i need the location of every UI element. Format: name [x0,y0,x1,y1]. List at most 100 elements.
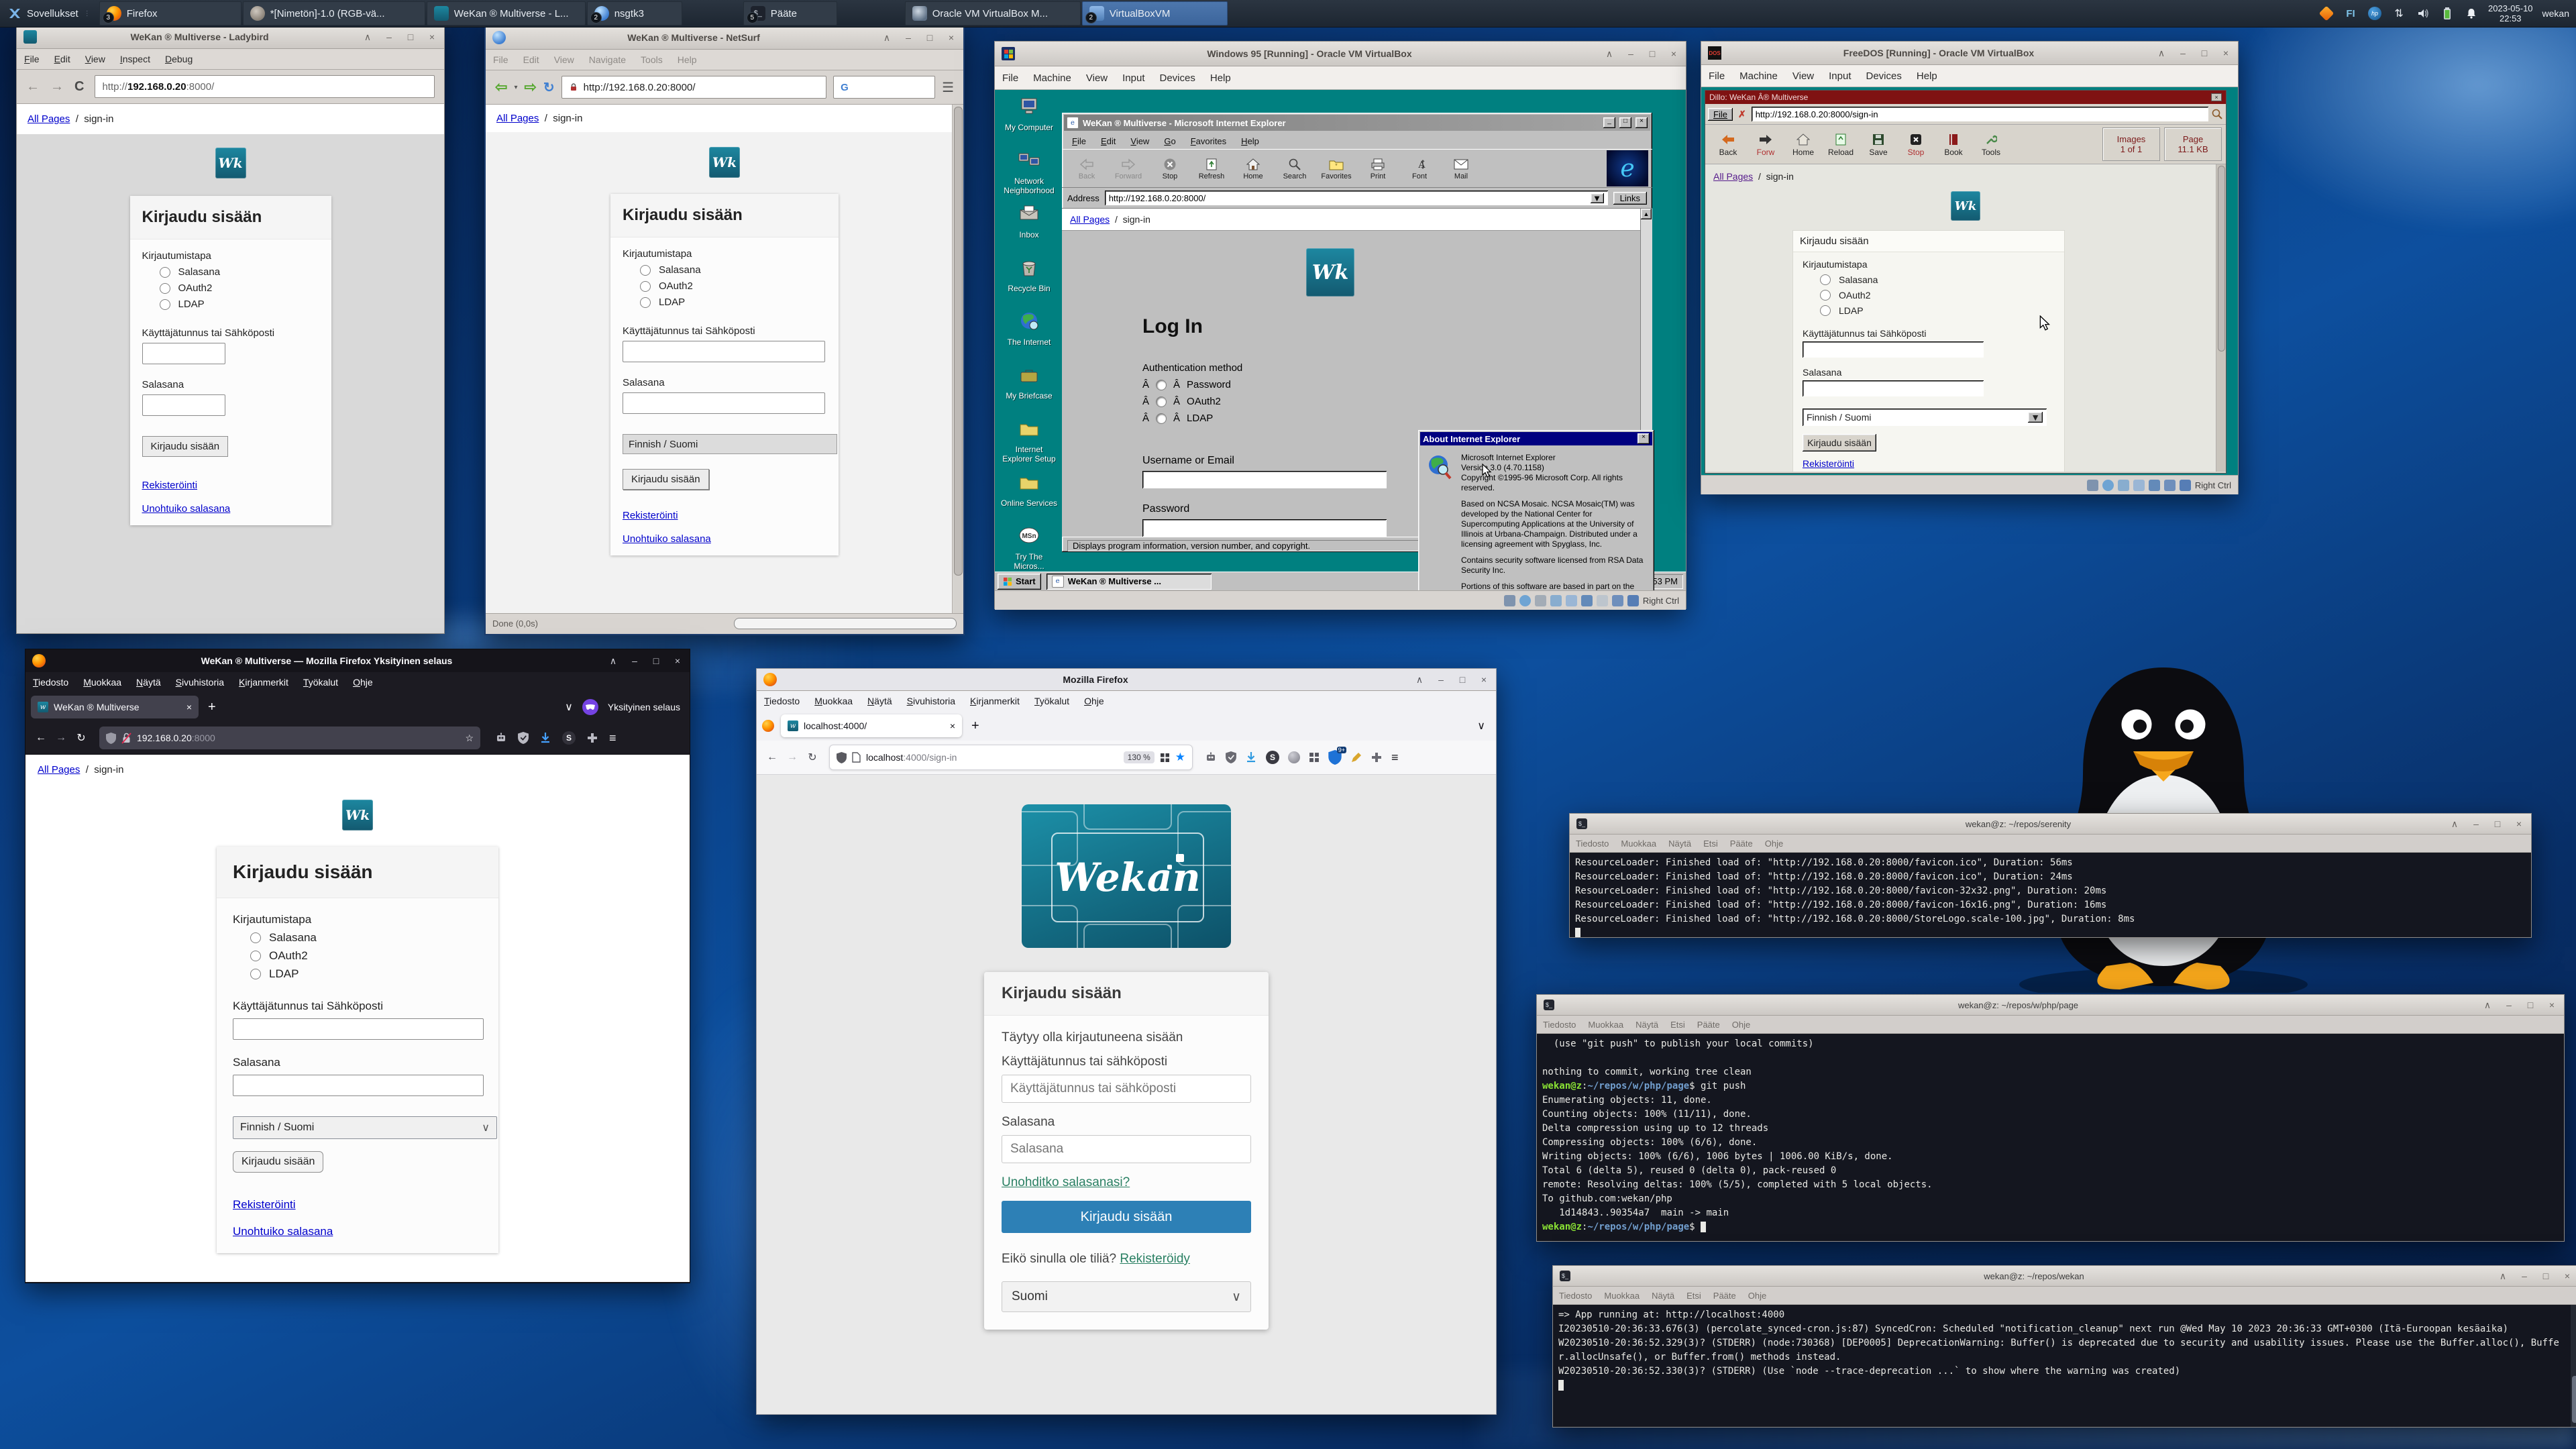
radio-button[interactable] [250,969,261,979]
maximize-button[interactable]: □ [2492,818,2503,830]
menu-item[interactable]: Pääte [1691,1020,1726,1030]
zoom-level-badge[interactable]: 130 % [1124,751,1155,763]
url-input[interactable]: http://192.168.0.20:8000/sign-in [1752,107,2208,121]
keyboard-layout-indicator[interactable]: FI [2343,6,2358,21]
close-button[interactable]: × [2211,93,2222,101]
address-input[interactable]: http://192.168.0.20:8000/ ▼ [1105,191,1608,205]
menu-item[interactable]: Etsi [1697,839,1724,849]
menu-item[interactable]: Ohje [1726,1020,1756,1030]
minimize-button[interactable]: ∧ [1414,674,1425,686]
forgot-password-link[interactable]: Unohditko salasanasi? [1002,1175,1130,1189]
radio-button[interactable] [160,283,170,294]
minimize-button[interactable]: – [2178,48,2188,59]
all-pages-link[interactable]: All Pages [1070,214,1110,225]
ie-search-button[interactable]: Search [1274,156,1316,180]
extension-puzzle-icon[interactable] [1371,751,1383,763]
menu-item[interactable]: Machine [1026,72,1079,84]
forgot-password-link[interactable]: Unohtuiko salasana [623,533,711,545]
dialog-titlebar[interactable]: About Internet Explorer × [1420,432,1652,445]
menu-item[interactable]: Muokkaa [1582,1020,1629,1030]
dillo-back-button[interactable]: Back [1709,131,1747,157]
win95-task-button[interactable]: e WeKan ® Multiverse ... [1046,574,1212,590]
menu-hamburger-icon[interactable]: ≡ [609,731,616,745]
close-button[interactable]: × [1635,117,1648,128]
address-dropdown-icon[interactable]: ▼ [1591,193,1604,203]
menu-item[interactable]: Näytä [1646,1291,1680,1301]
extension-pen-icon[interactable] [1350,752,1362,763]
radio-button[interactable] [640,297,651,308]
menu-item[interactable]: File [17,54,47,64]
password-input[interactable] [233,1075,484,1096]
taskbar-item-nsgtk3[interactable]: nsgtk3 2 [587,1,682,25]
minimize-button[interactable]: – [384,32,394,43]
dillo-file-button[interactable]: File [1708,108,1733,121]
menu-item[interactable]: Inspect [113,54,158,64]
tab-close-icon[interactable]: × [950,720,955,731]
username-input[interactable] [1002,1075,1251,1103]
radio-button[interactable] [1820,305,1831,316]
menu-item[interactable]: File [1065,136,1093,146]
extension-robot-icon[interactable] [1205,751,1217,763]
reload-icon[interactable]: ↻ [543,79,555,96]
menu-item[interactable]: Help [670,54,704,65]
bookmark-star-icon[interactable]: ☆ [465,733,474,744]
signin-button[interactable]: Kirjaudu sisään [623,469,709,490]
menu-item[interactable]: View [547,54,582,65]
tab-list-chevron-icon[interactable]: ∨ [1477,719,1491,733]
scrollbar-thumb[interactable] [2218,166,2225,352]
menu-item[interactable]: Tools [633,54,670,65]
menu-item[interactable]: Työkalut [296,677,345,688]
terminal-scrollbar[interactable] [2571,1305,2576,1427]
language-select[interactable]: Finnish / Suomi ▼ [1803,409,2047,426]
win95-desktop-icon[interactable]: Recycle Bin [1000,256,1058,293]
minimize-button[interactable]: – [2504,1000,2514,1011]
applications-menu[interactable]: Sovellukset ⋮ [0,0,99,27]
menu-item[interactable]: File [995,72,1026,84]
menu-item[interactable]: Sivuhistoria [168,677,231,688]
firefox-pin-icon[interactable] [762,720,774,732]
menu-item[interactable]: View [78,54,113,64]
register-link[interactable]: Rekisteröinti [233,1198,296,1211]
taskbar-item-wekan[interactable]: WeKan ® Multiverse - L... [427,1,586,25]
minimize-button[interactable]: ∧ [362,32,373,43]
menu-item[interactable]: Help [1234,136,1267,146]
minimize-button[interactable]: – [629,655,640,667]
url-input[interactable]: http://192.168.0.20:8000/ [95,75,435,98]
url-input[interactable]: http://192.168.0.20:8000/ [561,76,826,99]
search-icon[interactable] [2211,108,2223,120]
ie-print-button[interactable]: Print [1357,156,1399,180]
minimize-button[interactable]: – [2471,818,2481,830]
radio-button[interactable] [640,265,651,276]
back-dropdown-icon[interactable]: ▾ [514,84,517,91]
username-input[interactable] [233,1018,484,1040]
shield-icon[interactable] [106,733,116,744]
ladybird-titlebar[interactable]: WeKan ® Multiverse - Ladybird ∧–□× [17,25,444,49]
ie-font-button[interactable]: AFont [1399,156,1440,180]
menu-item[interactable]: Machine [1732,70,1785,82]
notification-bell-icon[interactable] [2464,6,2479,21]
tab-close-icon[interactable]: × [186,702,192,712]
register-link[interactable]: Rekisteröinti [142,480,198,491]
signin-button[interactable]: Kirjaudu sisään [1803,434,1876,451]
menu-item[interactable]: Näytä [129,677,168,688]
menu-item[interactable]: Devices [1859,70,1909,82]
firefox-titlebar[interactable]: WeKan ® Multiverse — Mozilla Firefox Yks… [25,649,690,672]
bookmark-star-icon[interactable]: ★ [1175,751,1185,764]
win95-desktop-icon[interactable]: Inbox [1000,203,1058,239]
extension-grid-icon[interactable] [1309,752,1320,763]
ie-home-button[interactable]: Home [1232,156,1274,180]
ie-favorites-button[interactable]: *Favorites [1316,156,1357,180]
dillo-bookmarks-button[interactable]: Book [1935,131,1972,157]
reload-icon[interactable]: ↻ [72,731,90,745]
menu-item[interactable]: Tiedosto [757,696,807,706]
win95-desktop-icon[interactable]: Internet Explorer Setup [1000,417,1058,464]
page-info-icon[interactable] [852,752,861,763]
minimize-button[interactable]: – [1625,48,1636,60]
forward-icon[interactable]: ⇨ [524,78,536,96]
menu-item[interactable]: Pääte [1707,1291,1742,1301]
menu-item[interactable]: View [1079,72,1115,84]
maximize-button[interactable]: □ [405,32,416,43]
reload-icon[interactable]: ↻ [804,751,821,764]
dillo-stop-button[interactable]: Stop [1897,131,1935,157]
language-select[interactable]: Suomi ∨ [1002,1281,1251,1312]
